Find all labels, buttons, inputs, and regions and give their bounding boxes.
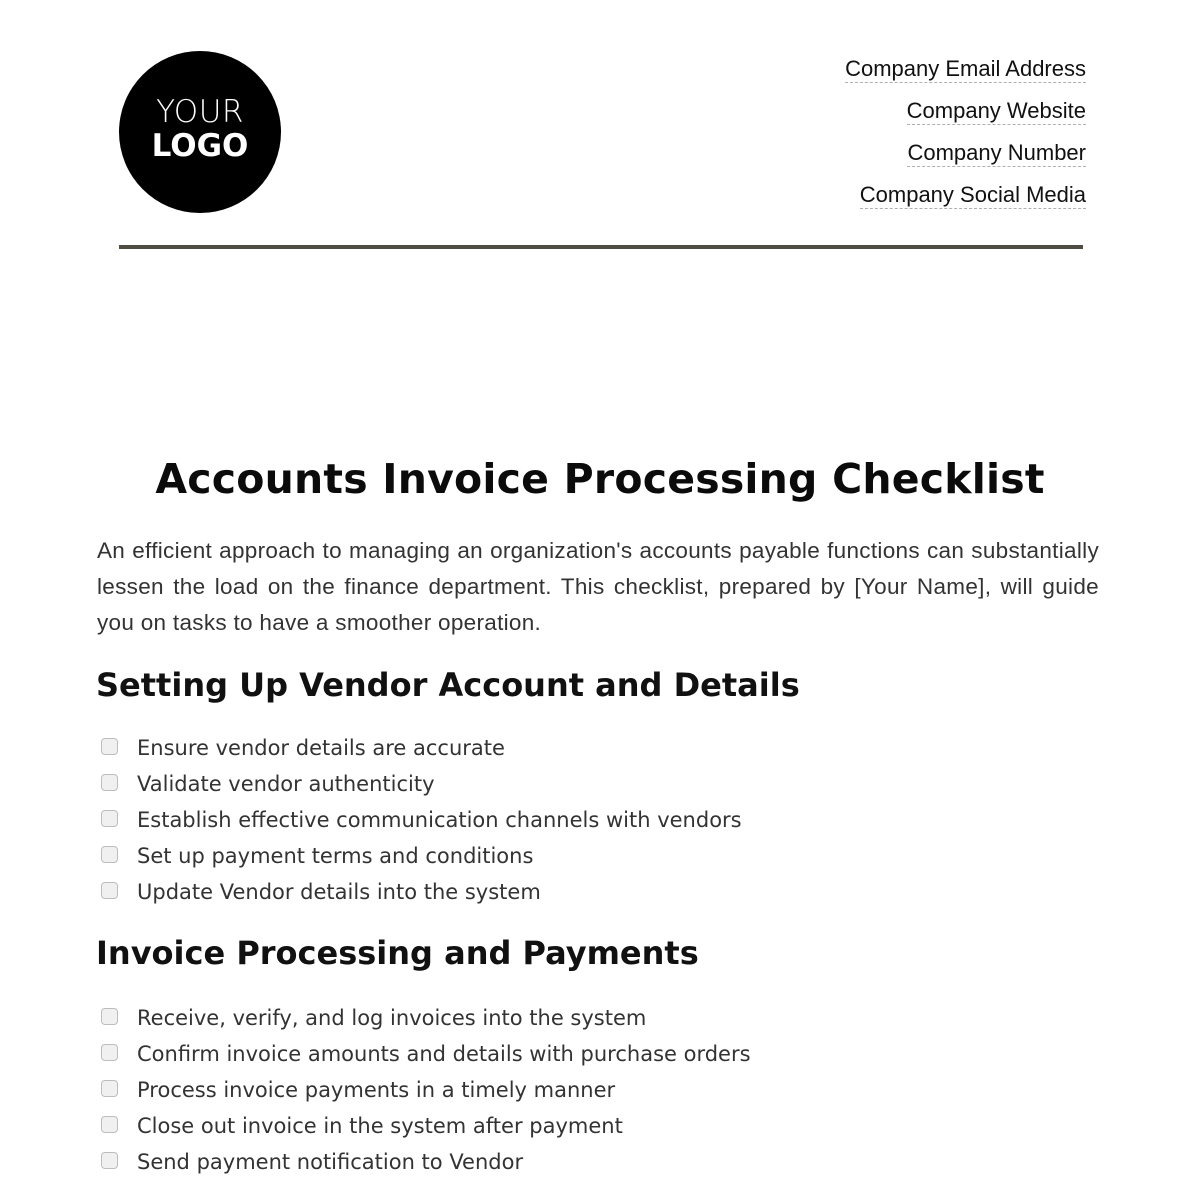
checklist-item-label: Receive, verify, and log invoices into t… — [137, 1006, 647, 1030]
checklist-item: Establish effective communication channe… — [101, 802, 742, 838]
company-contact-block: Company Email Address Company Website Co… — [845, 54, 1086, 222]
checklist-invoice-processing: Receive, verify, and log invoices into t… — [101, 1000, 751, 1180]
checkbox[interactable] — [101, 845, 118, 863]
checkbox[interactable] — [101, 881, 118, 899]
section-heading-vendor-setup: Setting Up Vendor Account and Details — [96, 666, 800, 704]
company-social-media[interactable]: Company Social Media — [859, 182, 1086, 209]
checklist-vendor-setup: Ensure vendor details are accurate Valid… — [101, 730, 742, 910]
checklist-item: Confirm invoice amounts and details with… — [101, 1036, 751, 1072]
checklist-item: Set up payment terms and conditions — [101, 838, 742, 874]
checklist-item-label: Update Vendor details into the system — [137, 880, 541, 904]
intro-paragraph: An efficient approach to managing an org… — [97, 538, 1099, 635]
checklist-item-label: Establish effective communication channe… — [137, 808, 742, 832]
checklist-item: Ensure vendor details are accurate — [101, 730, 742, 766]
checklist-item: Close out invoice in the system after pa… — [101, 1108, 751, 1144]
company-number[interactable]: Company Number — [907, 140, 1086, 167]
checklist-item-label: Confirm invoice amounts and details with… — [137, 1042, 751, 1066]
checklist-item: Validate vendor authenticity — [101, 766, 742, 802]
checkbox[interactable] — [101, 1115, 118, 1133]
checkbox[interactable] — [101, 1043, 118, 1061]
section-heading-invoice-processing: Invoice Processing and Payments — [96, 934, 699, 972]
checklist-item: Send payment notification to Vendor — [101, 1144, 751, 1180]
checklist-item: Receive, verify, and log invoices into t… — [101, 1000, 751, 1036]
checklist-item: Process invoice payments in a timely man… — [101, 1072, 751, 1108]
checklist-item-label: Validate vendor authenticity — [137, 772, 435, 796]
company-logo: YOUR LOGO — [119, 51, 281, 213]
checkbox[interactable] — [101, 809, 118, 827]
logo-text-logo: LOGO — [151, 127, 249, 164]
checklist-item-label: Set up payment terms and conditions — [137, 844, 534, 868]
checklist-item-label: Ensure vendor details are accurate — [137, 736, 505, 760]
checkbox[interactable] — [101, 1007, 118, 1025]
header-divider — [119, 245, 1083, 249]
checklist-item: Update Vendor details into the system — [101, 874, 742, 910]
checkbox[interactable] — [101, 773, 118, 791]
logo-text-your: YOUR — [156, 93, 244, 130]
checkbox[interactable] — [101, 1151, 118, 1169]
company-website[interactable]: Company Website — [906, 98, 1086, 125]
checklist-item-label: Process invoice payments in a timely man… — [137, 1078, 616, 1102]
checkbox[interactable] — [101, 1079, 118, 1097]
checklist-item-label: Send payment notification to Vendor — [137, 1150, 524, 1174]
company-email[interactable]: Company Email Address — [845, 56, 1086, 83]
document-title: Accounts Invoice Processing Checklist — [155, 455, 1045, 503]
checkbox[interactable] — [101, 737, 118, 755]
checklist-item-label: Close out invoice in the system after pa… — [137, 1114, 623, 1138]
